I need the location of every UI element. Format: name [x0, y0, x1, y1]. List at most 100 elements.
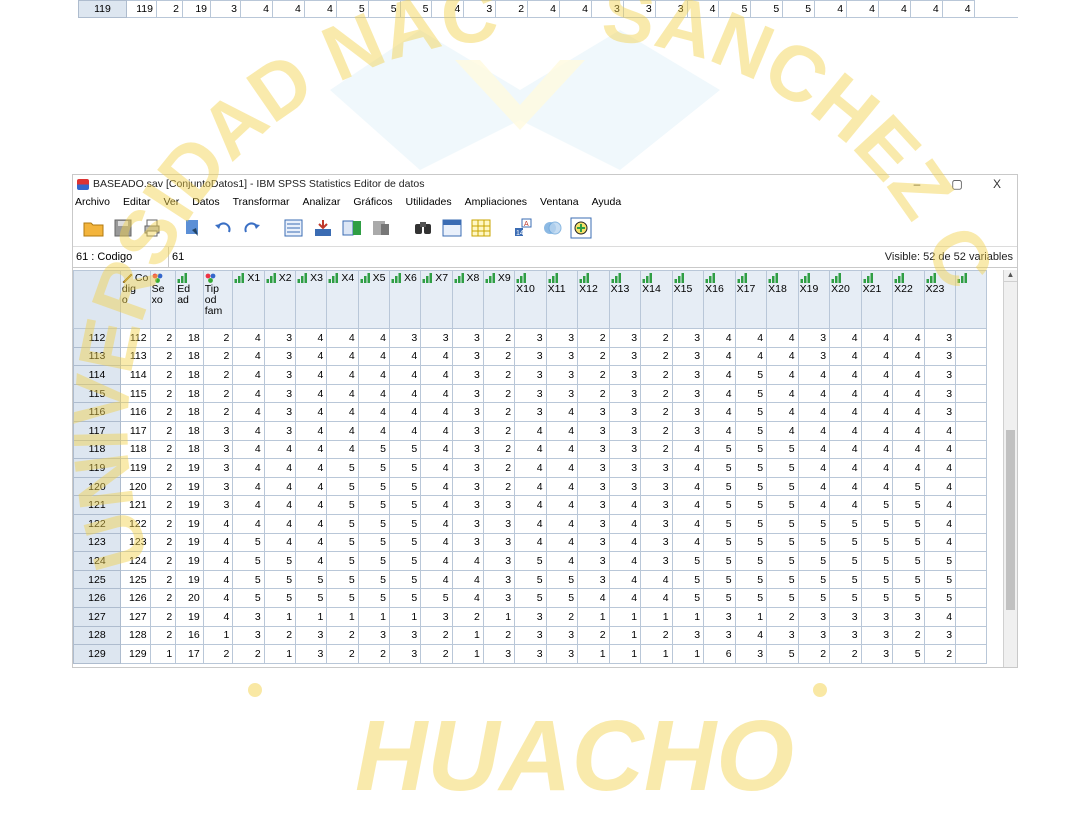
data-cell[interactable]: 5 — [357, 588, 390, 608]
data-cell[interactable]: 5 — [514, 588, 547, 608]
menu-item-ventana[interactable]: Ventana — [540, 196, 579, 208]
column-header-edad[interactable]: Ed ad — [175, 270, 204, 329]
data-cell[interactable]: 3 — [640, 513, 673, 534]
data-cell[interactable]: 5 — [388, 513, 422, 534]
data-cell[interactable]: 4 — [829, 328, 862, 348]
data-cell[interactable]: 5 — [782, 0, 816, 18]
data-cell[interactable]: 4 — [514, 532, 547, 553]
menu-item-ver[interactable]: Ver — [163, 196, 179, 208]
open-folder-icon[interactable] — [81, 215, 107, 241]
data-cell[interactable]: 4 — [232, 365, 265, 385]
data-cell[interactable]: 116 — [119, 402, 151, 422]
data-cell[interactable]: 4 — [608, 532, 642, 553]
data-cell[interactable]: 5 — [357, 476, 390, 497]
data-cell[interactable]: 129 — [119, 644, 151, 664]
data-cell[interactable]: 4 — [326, 439, 359, 460]
data-cell[interactable]: 5 — [797, 513, 831, 534]
data-cell[interactable] — [955, 476, 988, 497]
variables-icon[interactable] — [339, 215, 365, 241]
data-cell[interactable]: 5 — [703, 458, 736, 478]
data-cell[interactable]: 3 — [608, 383, 642, 404]
data-cell[interactable]: 3 — [545, 383, 579, 404]
data-cell[interactable]: 3 — [654, 0, 688, 18]
data-cell[interactable]: 3 — [923, 625, 957, 646]
column-header-x1[interactable]: X1 — [232, 270, 265, 329]
row-header[interactable]: 126 — [73, 588, 121, 608]
data-cell[interactable]: 5 — [829, 532, 862, 553]
data-cell[interactable]: 118 — [119, 439, 151, 460]
data-cell[interactable]: 5 — [797, 569, 831, 590]
data-cell[interactable]: 4 — [829, 458, 862, 478]
data-cell[interactable]: 3 — [451, 458, 484, 478]
data-cell[interactable]: 3 — [357, 625, 390, 646]
menu-item-ayuda[interactable]: Ayuda — [592, 196, 622, 208]
data-cell[interactable]: 2 — [149, 420, 177, 441]
data-cell[interactable]: 4 — [202, 551, 234, 571]
data-cell[interactable]: 2 — [482, 420, 516, 441]
data-cell[interactable]: 5 — [545, 588, 579, 608]
data-cell[interactable]: 2 — [202, 402, 234, 422]
data-cell[interactable]: 124 — [119, 551, 151, 571]
data-cell[interactable]: 2 — [357, 644, 390, 664]
data-cell[interactable]: 4 — [703, 365, 736, 385]
column-header-x15[interactable]: X15 — [671, 270, 705, 329]
data-cell[interactable]: 5 — [829, 551, 862, 571]
data-cell[interactable] — [955, 328, 988, 348]
data-cell[interactable]: 3 — [797, 328, 831, 348]
data-cell[interactable]: 5 — [892, 588, 925, 608]
data-cell[interactable]: 4 — [829, 495, 862, 515]
data-cell[interactable]: 2 — [149, 458, 177, 478]
data-cell[interactable]: 3 — [388, 644, 422, 664]
data-cell[interactable]: 3 — [590, 0, 624, 18]
data-cell[interactable]: 3 — [892, 606, 925, 627]
data-cell[interactable]: 120 — [119, 476, 151, 497]
data-cell[interactable]: 3 — [451, 532, 484, 553]
data-cell[interactable]: 4 — [514, 476, 547, 497]
data-cell[interactable]: 4 — [797, 439, 831, 460]
data-cell[interactable]: 4 — [640, 569, 673, 590]
data-cell[interactable]: 4 — [272, 0, 305, 18]
data-cell[interactable]: 3 — [608, 476, 642, 497]
data-cell[interactable] — [955, 551, 988, 571]
data-cell[interactable]: 3 — [577, 551, 610, 571]
data-cell[interactable]: 4 — [326, 328, 359, 348]
data-cell[interactable]: 3 — [671, 402, 705, 422]
data-cell[interactable]: 5 — [734, 439, 768, 460]
column-header-x4[interactable]: X4 — [326, 270, 359, 329]
data-cell[interactable]: 4 — [923, 439, 957, 460]
data-cell[interactable]: 4 — [909, 0, 943, 18]
data-cell[interactable]: 5 — [734, 458, 768, 478]
row-header[interactable]: 113 — [73, 346, 121, 367]
data-cell[interactable]: 2 — [482, 439, 516, 460]
data-cell[interactable]: 19 — [175, 495, 204, 515]
data-cell[interactable]: 4 — [545, 402, 579, 422]
data-cell[interactable]: 4 — [263, 513, 297, 534]
data-cell[interactable]: 3 — [640, 458, 673, 478]
data-cell[interactable]: 3 — [640, 476, 673, 497]
data-cell[interactable]: 4 — [420, 346, 453, 367]
data-cell[interactable]: 4 — [814, 0, 848, 18]
data-cell[interactable]: 5 — [766, 644, 799, 664]
data-cell[interactable]: 5 — [326, 513, 359, 534]
data-cell[interactable]: 4 — [608, 588, 642, 608]
data-cell[interactable]: 4 — [295, 513, 328, 534]
data-cell[interactable]: 2 — [149, 532, 177, 553]
data-cell[interactable]: 5 — [734, 551, 768, 571]
data-cell[interactable]: 4 — [263, 439, 297, 460]
data-cell[interactable]: 2 — [202, 346, 234, 367]
row-header[interactable]: 114 — [73, 365, 121, 385]
data-cell[interactable]: 3 — [202, 458, 234, 478]
data-cell[interactable]: 3 — [451, 383, 484, 404]
data-cell[interactable]: 4 — [232, 402, 265, 422]
data-cell[interactable] — [955, 458, 988, 478]
data-cell[interactable]: 17 — [175, 644, 204, 664]
data-cell[interactable]: 4 — [388, 346, 422, 367]
data-cell[interactable]: 3 — [608, 420, 642, 441]
data-cell[interactable]: 4 — [860, 328, 894, 348]
data-cell[interactable]: 119 — [119, 458, 151, 478]
data-cell[interactable]: 2 — [482, 328, 516, 348]
data-cell[interactable]: 3 — [608, 458, 642, 478]
data-cell[interactable]: 5 — [295, 588, 328, 608]
data-cell[interactable]: 20 — [175, 588, 204, 608]
data-cell[interactable]: 4 — [923, 420, 957, 441]
